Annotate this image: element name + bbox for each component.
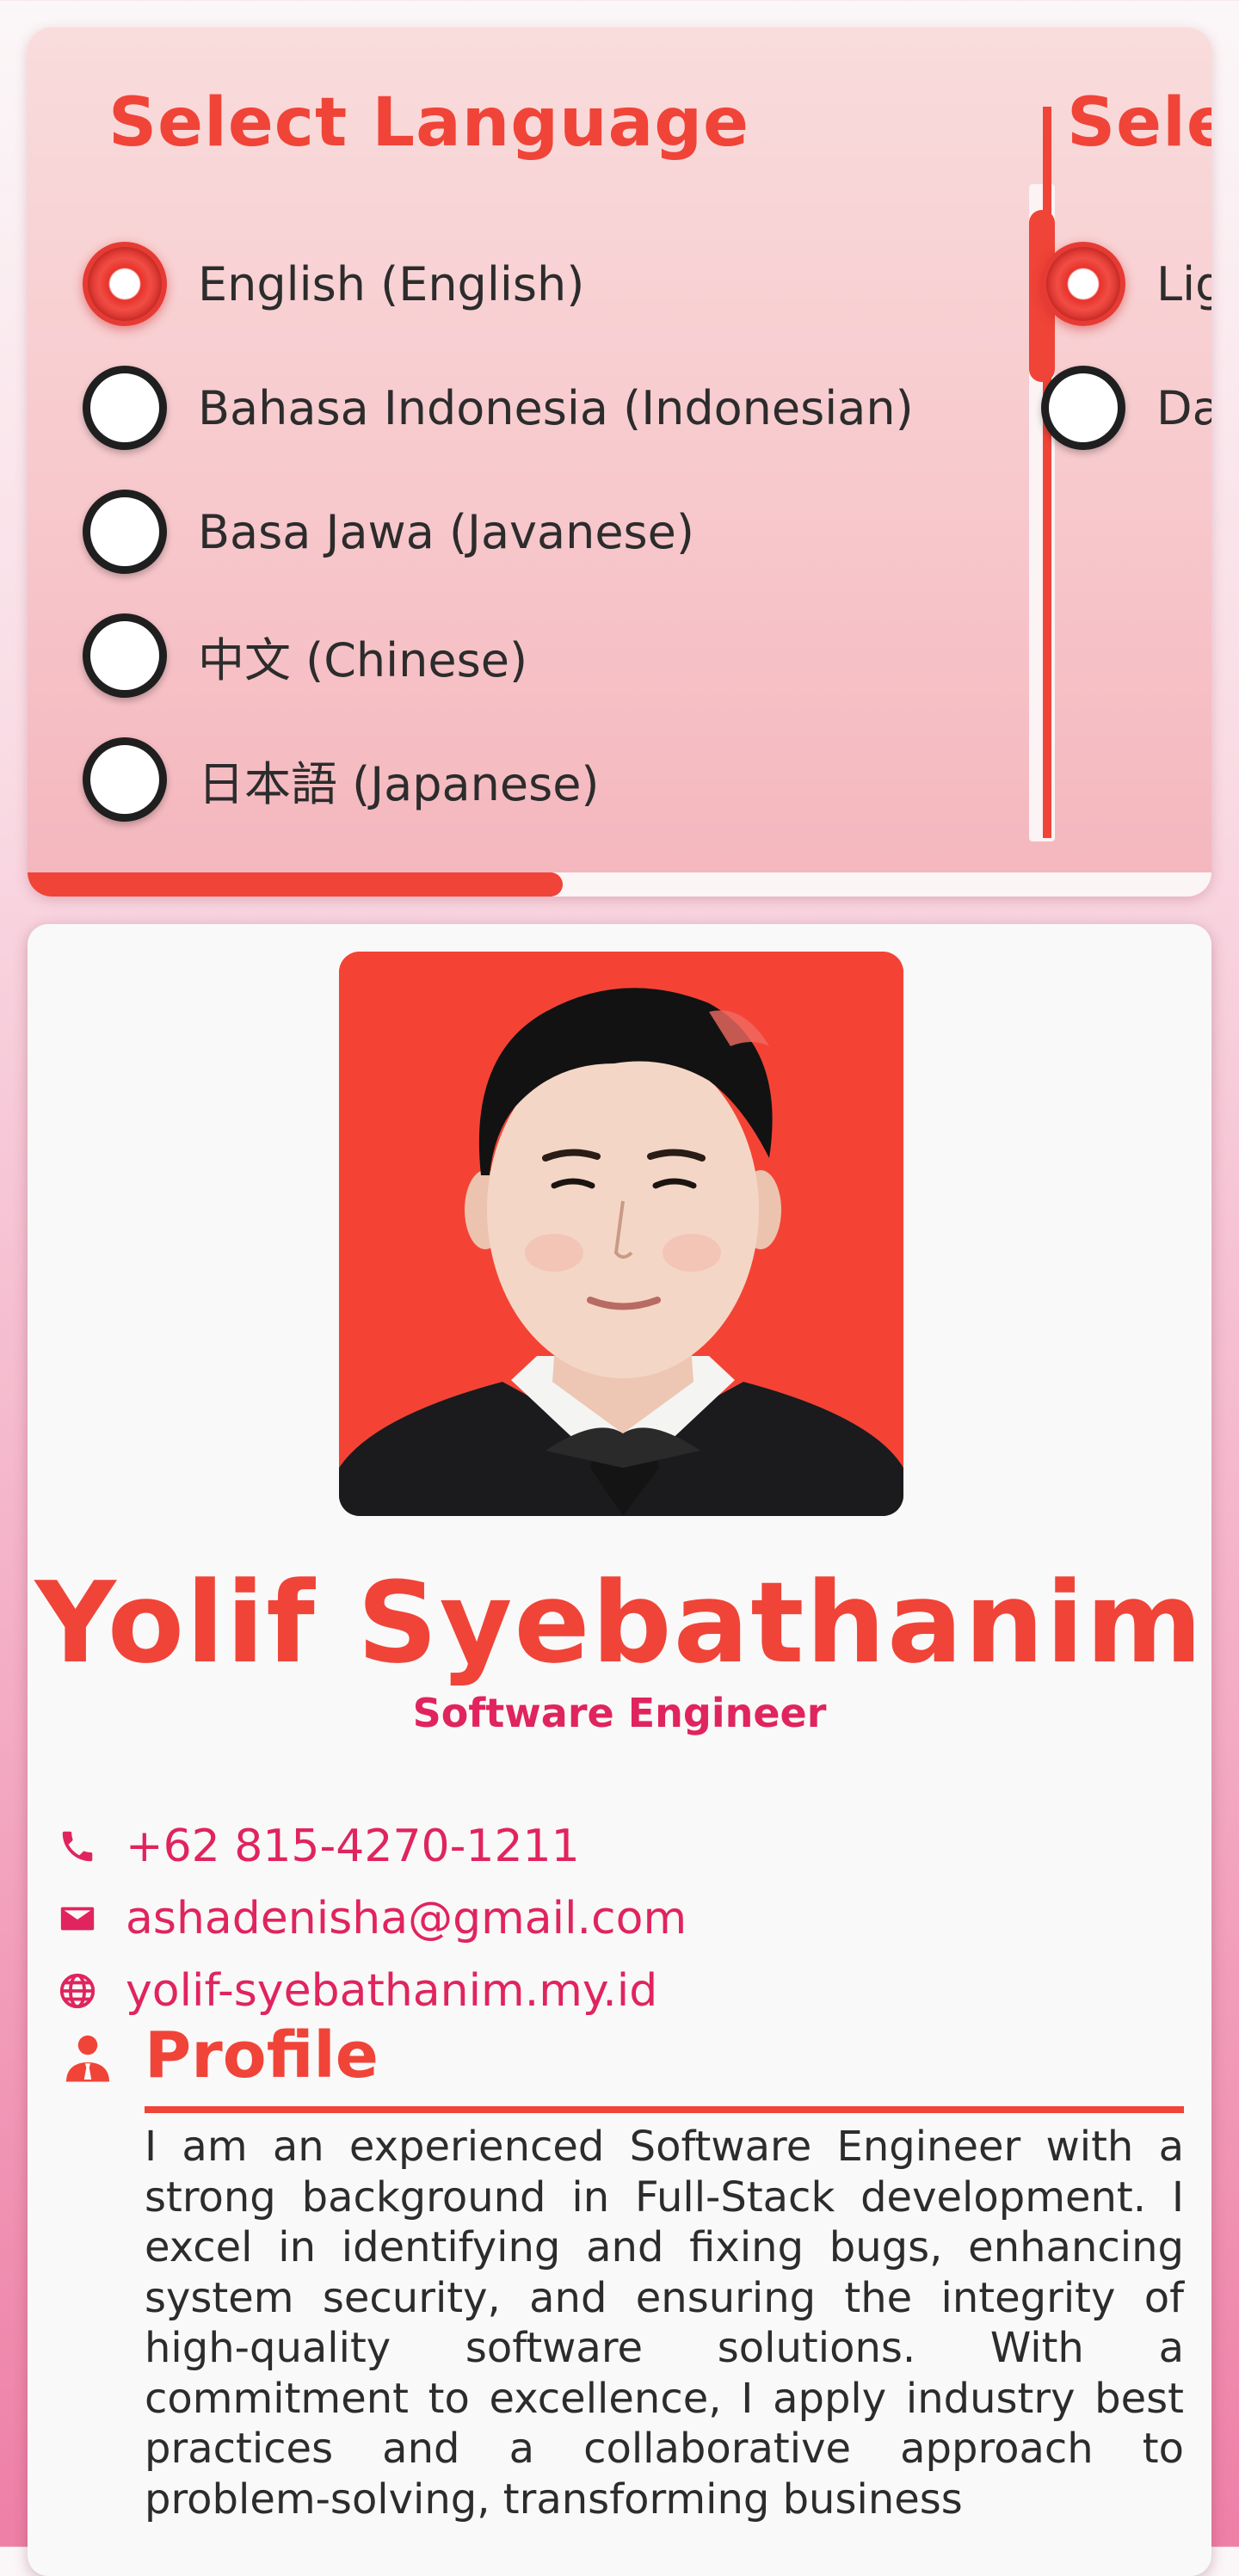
section-title-profile: Profile [145, 2018, 379, 2092]
language-panel: Select Language English (English) Bahasa… [83, 28, 1055, 854]
theme-title: Selec [1067, 84, 1211, 162]
radio-unselected-icon[interactable] [83, 490, 167, 574]
section-divider [145, 2106, 1184, 2113]
profile-card: Yolif Syebathanim Software Engineer +62 … [28, 924, 1211, 2576]
radio-unselected-icon[interactable] [83, 366, 167, 450]
radio-selected-icon[interactable] [83, 242, 167, 326]
person-role: Software Engineer [412, 1690, 827, 1736]
mail-icon [55, 1896, 100, 1941]
contact-website[interactable]: yolif-syebathanim.my.id [55, 1955, 657, 2027]
theme-panel: Selec Lig Da [1041, 28, 1211, 854]
theme-option-dark[interactable]: Da [1041, 356, 1211, 459]
radio-selected-icon[interactable] [1041, 242, 1125, 326]
profile-photo-illustration [339, 952, 903, 1516]
profile-photo [339, 952, 903, 1516]
language-option-chinese[interactable]: 中文 (Chinese) [83, 604, 977, 707]
website-url: yolif-syebathanim.my.id [126, 1965, 658, 2017]
language-option-label: Bahasa Indonesia (Indonesian) [198, 380, 914, 435]
radio-unselected-icon[interactable] [83, 613, 167, 698]
theme-option-label: Da [1156, 380, 1211, 435]
theme-option-label: Lig [1156, 256, 1211, 311]
contact-phone[interactable]: +62 815-4270-1211 [55, 1810, 580, 1883]
language-option-javanese[interactable]: Basa Jawa (Javanese) [83, 480, 977, 583]
contact-email[interactable]: ashadenisha@gmail.com [55, 1883, 687, 1955]
carousel-scrollbar[interactable] [28, 872, 1211, 897]
theme-option-light[interactable]: Lig [1041, 232, 1211, 336]
user-tie-icon [62, 2032, 114, 2084]
profile-summary: I am an experienced Software Engineer wi… [145, 2123, 1184, 2524]
language-title: Select Language [108, 84, 749, 162]
globe-icon [55, 1969, 100, 2013]
radio-unselected-icon[interactable] [1041, 366, 1125, 450]
email-address: ashadenisha@gmail.com [126, 1893, 687, 1944]
radio-unselected-icon[interactable] [83, 737, 167, 822]
language-option-english[interactable]: English (English) [83, 232, 977, 336]
language-option-indonesian[interactable]: Bahasa Indonesia (Indonesian) [83, 356, 977, 459]
carousel-scroll-thumb[interactable] [28, 872, 563, 897]
language-option-label: 中文 (Chinese) [198, 632, 528, 687]
language-option-label: Basa Jawa (Javanese) [198, 504, 694, 559]
phone-icon [55, 1824, 100, 1869]
language-option-label: 日本語 (Japanese) [198, 756, 600, 811]
language-option-label: English (English) [198, 256, 585, 311]
language-option-japanese[interactable]: 日本語 (Japanese) [83, 728, 977, 831]
settings-carousel[interactable]: Select Language English (English) Bahasa… [28, 28, 1211, 897]
person-name: Yolif Syebathanim [34, 1557, 1205, 1688]
phone-number: +62 815-4270-1211 [126, 1821, 580, 1872]
